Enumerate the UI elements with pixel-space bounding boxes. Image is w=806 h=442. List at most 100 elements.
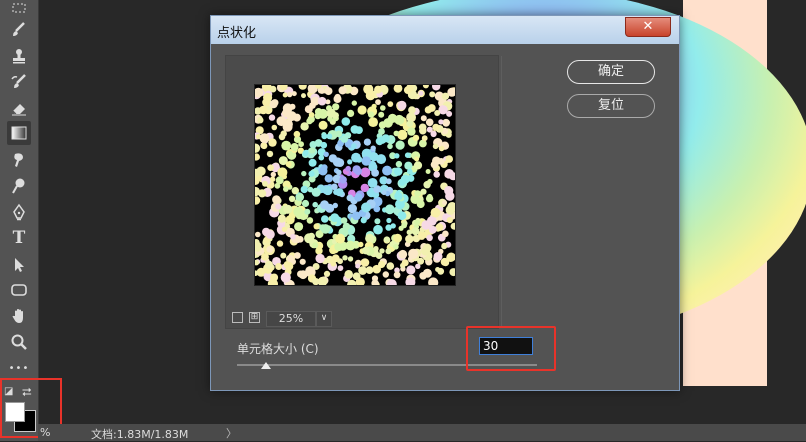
hand-tool[interactable] (7, 304, 31, 328)
zoom-out-button[interactable] (232, 312, 243, 323)
preview-dot (308, 170, 315, 177)
preview-dot (269, 100, 278, 109)
type-tool[interactable]: T (7, 226, 31, 250)
reset-button[interactable]: 复位 (567, 94, 655, 118)
preview-dot (309, 102, 316, 109)
preview-dot (393, 85, 403, 93)
brush-tool[interactable] (7, 18, 31, 42)
path-selection-tool[interactable] (7, 253, 31, 277)
preview-dot (285, 161, 292, 168)
preview-dot (342, 255, 348, 261)
preview-dot (414, 219, 420, 226)
preview-dot (284, 262, 294, 271)
preview-dot (425, 118, 434, 127)
status-doc-size: 文档:1.83M/1.83M (91, 428, 189, 441)
preview-dot (259, 105, 268, 115)
preview-dot (266, 246, 274, 253)
preview-dot (315, 253, 325, 264)
preview-dot (411, 227, 420, 236)
preview-dot (312, 242, 319, 249)
preview-dot (406, 120, 414, 127)
preview-dot (368, 111, 375, 118)
cell-size-slider-thumb[interactable] (261, 362, 271, 369)
zoom-dropdown-icon[interactable]: ∨ (316, 311, 332, 327)
preview-dot (421, 135, 428, 142)
preview-dot (360, 217, 367, 224)
eraser-tool[interactable] (7, 96, 31, 120)
preview-dot (429, 91, 436, 98)
preview-dot (384, 204, 395, 215)
preview-dot (278, 133, 286, 141)
preview-dot (313, 223, 320, 230)
preview-dot (420, 188, 427, 195)
preview-dot (412, 134, 420, 142)
preview-dot (281, 140, 292, 151)
preview-dot (404, 152, 411, 158)
dialog-title: 点状化 (217, 26, 257, 41)
preview-dot (262, 180, 268, 187)
preview-dot (344, 270, 353, 278)
preview-dot (340, 135, 349, 143)
preview-dot (395, 140, 405, 150)
preview-dot (352, 272, 361, 281)
status-zoom: % (40, 426, 51, 439)
preview-dot (293, 130, 301, 138)
ok-button[interactable]: 确定 (567, 60, 655, 84)
preview-dot (355, 126, 363, 134)
preview-zoom-controls: ⊞ 25% ∨ (225, 311, 497, 327)
status-expand-icon[interactable]: 〉 (226, 425, 237, 441)
shape-tool[interactable] (7, 278, 31, 302)
clone-stamp-tool[interactable] (7, 44, 31, 68)
preview-dot (323, 270, 331, 277)
close-button[interactable]: ✕ (625, 17, 671, 37)
preview-dot (434, 110, 441, 116)
preview-dot (321, 215, 329, 223)
dialog-titlebar[interactable]: 点状化 ✕ (211, 16, 679, 44)
preview-dot (446, 253, 455, 262)
pen-tool[interactable] (7, 200, 31, 224)
brush-icon (13, 22, 25, 36)
filter-preview-image[interactable] (254, 84, 456, 286)
preview-dot (401, 259, 409, 267)
preview-dot (255, 153, 260, 161)
document-canvas[interactable] (253, 0, 806, 386)
preview-dot (335, 188, 344, 197)
panel-divider (501, 56, 502, 326)
preview-dot (290, 233, 296, 240)
preview-dot (390, 223, 396, 229)
preview-dot (261, 142, 268, 150)
preview-dot (351, 100, 357, 106)
more-tools[interactable]: ••• (7, 356, 31, 380)
smudge-tool[interactable] (7, 148, 31, 172)
preview-dot (268, 114, 276, 121)
preview-dot (255, 196, 261, 205)
preview-dot (362, 246, 370, 255)
preview-dot (397, 211, 407, 221)
preview-dot (276, 240, 284, 247)
preview-dot (385, 248, 392, 255)
gradient-tool[interactable] (7, 121, 31, 145)
highlight-box-cell-size (466, 326, 556, 371)
preview-dot (425, 169, 431, 174)
preview-dot (328, 154, 338, 163)
zoom-tool[interactable] (7, 330, 31, 354)
preview-dot (255, 143, 261, 153)
preview-dot (442, 118, 450, 127)
preview-dot (438, 119, 444, 125)
history-brush-tool[interactable] (7, 70, 31, 94)
preview-dot (312, 278, 320, 285)
status-bar: % 文档:1.83M/1.83M 〉 (38, 424, 806, 441)
preview-dot (309, 147, 316, 154)
preview-dot (267, 164, 274, 171)
dodge-tool[interactable] (7, 174, 31, 198)
preview-dot (446, 110, 453, 117)
preview-dot (302, 150, 309, 157)
eraser-icon (12, 104, 26, 116)
preview-dot (432, 143, 439, 150)
preview-dot (308, 232, 315, 240)
zoom-in-button[interactable]: ⊞ (249, 312, 260, 323)
preview-dot (304, 208, 311, 215)
preview-dot (393, 271, 401, 279)
preview-dot (406, 265, 416, 275)
preview-dot (393, 244, 399, 250)
